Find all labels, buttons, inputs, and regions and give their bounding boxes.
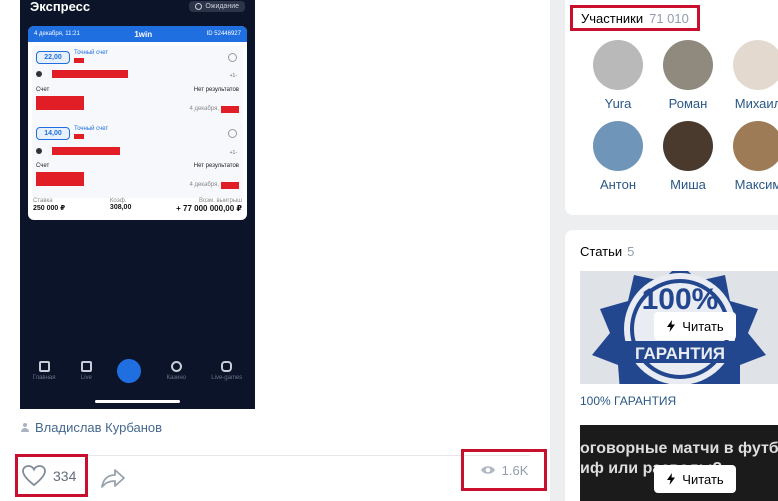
person-icon (20, 422, 30, 433)
like-button[interactable]: 334 (15, 454, 88, 497)
ticket-header: 4 декабря, 11:21 1win ID 52446927 (28, 26, 247, 42)
articles-count: 5 (627, 244, 635, 259)
member-item[interactable]: Миша (653, 121, 723, 192)
article-title[interactable]: 100% ГАРАНТИЯ (580, 394, 676, 408)
member-item[interactable]: Максим (723, 121, 778, 192)
team-icon (36, 148, 42, 154)
tab-coupon (117, 359, 142, 383)
bet-type: Точный счет (74, 126, 109, 132)
articles-label: Статьи (580, 244, 623, 259)
redaction (52, 70, 128, 78)
articles-header[interactable]: Статьи 5 (580, 244, 634, 259)
read-button[interactable]: Читать (654, 312, 736, 340)
tab-casino: Казино (166, 361, 186, 381)
avatar[interactable] (733, 121, 778, 171)
ticket-totals: Ставка 250 000 ₽ Коэф. 308,00 Возм. выиг… (28, 198, 247, 220)
member-name[interactable]: Михаил (735, 96, 778, 111)
phone-title: Экспресс (30, 0, 91, 14)
seal-banner: ГАРАНТИЯ (635, 344, 725, 363)
avatar[interactable] (663, 40, 713, 90)
ticket-date: 4 декабря, 11:21 (34, 31, 80, 37)
members-header[interactable]: Участники 71 010 (570, 5, 700, 31)
tab-live: Live (80, 361, 92, 381)
tab-home: Главная (33, 361, 56, 381)
redaction (74, 58, 84, 63)
members-label: Участники (581, 10, 644, 26)
share-icon (101, 469, 125, 488)
win-value: + 77 000 000,00 ₽ (176, 204, 242, 213)
casino-icon (170, 361, 182, 372)
lightning-icon (667, 473, 676, 485)
redaction (221, 106, 239, 113)
score-label: Счет (36, 163, 50, 169)
coef-value: 308,00 (109, 204, 132, 211)
bet-date: 4 декабря, (189, 106, 219, 112)
member-item[interactable]: Антон (583, 121, 653, 192)
clock-icon (195, 2, 203, 10)
app-tabbar: Главная Live Казино Live-games (20, 355, 255, 395)
bet-type: Точный счет (74, 50, 109, 56)
result-text: Нет результатов (193, 163, 239, 169)
avatar[interactable] (663, 121, 713, 171)
ticket-id: ID 52446927 (206, 31, 241, 37)
bet-status-icon (228, 53, 237, 62)
heart-icon (22, 464, 46, 486)
divider (20, 455, 530, 456)
articles-widget: Статьи 5 100% ГАРАНТИЯ Читать 100% ГАРАНТ… (565, 230, 778, 501)
read-button[interactable]: Читать (654, 465, 736, 493)
share-button[interactable] (100, 468, 126, 493)
redaction (74, 134, 84, 139)
ticket-brand: 1win (134, 29, 153, 39)
redaction (36, 96, 84, 110)
tab-live-games: Live-games (211, 361, 242, 381)
views-count: 1.6K (501, 462, 529, 478)
post-author[interactable]: Владислав Курбанов (20, 420, 162, 435)
lightning-icon (667, 320, 676, 332)
redaction (52, 147, 120, 155)
bet-item: 14,00 Точный счет +1- Счет Нет результат… (32, 122, 243, 198)
author-name[interactable]: Владислав Курбанов (35, 420, 162, 435)
status-text: Ожидание (205, 2, 239, 10)
article-cover[interactable]: 100% ГАРАНТИЯ Читать (580, 271, 778, 384)
score-label: Счет (36, 87, 50, 93)
members-widget: Участники 71 010 Yura Роман Михаил Антон… (565, 0, 778, 215)
avatar[interactable] (593, 121, 643, 171)
post-image-screenshot[interactable]: Экспресс Ожидание 4 декабря, 11:21 1win … (20, 0, 255, 409)
member-name[interactable]: Роман (669, 96, 708, 111)
member-item[interactable]: Yura (583, 40, 653, 111)
status-pill: Ожидание (189, 0, 245, 12)
member-name[interactable]: Антон (600, 177, 636, 192)
redaction (221, 182, 239, 189)
odd-badge: 22,00 (36, 51, 70, 64)
bet-status-icon (228, 129, 237, 138)
member-name[interactable]: Миша (670, 177, 706, 192)
redaction (36, 172, 84, 186)
avatar[interactable] (733, 40, 778, 90)
article-cover[interactable]: оговорные матчи в футб иф или разводы? Ч… (580, 425, 778, 501)
member-item[interactable]: Роман (653, 40, 723, 111)
members-grid: Yura Роман Михаил Антон Миша Максим (583, 40, 778, 192)
avatar[interactable] (593, 40, 643, 90)
odd-badge: 14,00 (36, 127, 70, 140)
members-count: 71 010 (649, 10, 689, 26)
stake-value: 250 000 ₽ (33, 205, 66, 212)
eye-icon (480, 466, 495, 474)
home-indicator (95, 400, 180, 403)
team-icon (36, 71, 42, 77)
bet-item: 22,00 Точный счет +1- Счет Нет результат… (32, 46, 243, 122)
tv-icon (80, 361, 92, 372)
member-item[interactable]: Михаил (723, 40, 778, 111)
post-card: Экспресс Ожидание 4 декабря, 11:21 1win … (0, 0, 550, 501)
member-name[interactable]: Максим (735, 177, 778, 192)
coupon-icon (117, 359, 142, 383)
views-counter: 1.6K (461, 449, 547, 491)
phone-header: Экспресс Ожидание (30, 0, 245, 17)
member-name[interactable]: Yura (605, 96, 632, 111)
home-icon (38, 361, 50, 372)
bet-ticket: 4 декабря, 11:21 1win ID 52446927 22,00 … (28, 26, 247, 220)
bet-date: 4 декабря, (189, 182, 219, 188)
result-text: Нет результатов (193, 87, 239, 93)
like-count: 334 (53, 467, 77, 484)
gamepad-icon (221, 361, 233, 372)
